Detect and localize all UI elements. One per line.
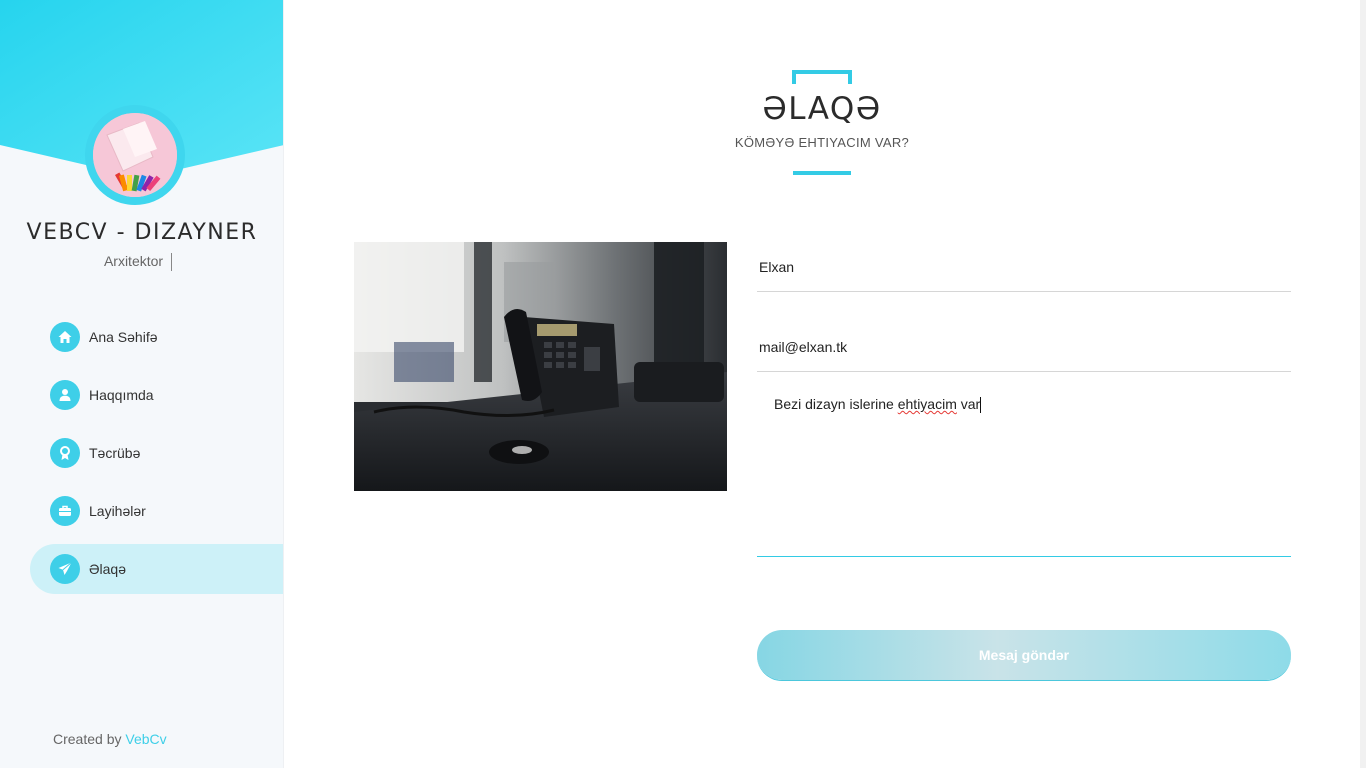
award-icon <box>50 438 80 468</box>
briefcase-icon <box>50 496 80 526</box>
email-field-value: mail@elxan.tk <box>759 338 848 355</box>
name-field[interactable]: Elxan <box>757 242 1291 292</box>
nav-item-tecrube[interactable]: Təcrübə <box>30 428 283 478</box>
brand-subtitle: Arxitektor <box>0 253 276 272</box>
nav-item-elaqe[interactable]: Əlaqə <box>30 544 283 594</box>
brand-title: VEBCV - DIZAYNER <box>26 220 258 245</box>
message-text-part1: Bezi dizayn islerine <box>774 396 898 412</box>
paper-plane-icon <box>50 554 80 584</box>
contact-form: Elxan mail@elxan.tk Bezi dizayn islerine… <box>757 242 1291 557</box>
nav-label: Əlaqə <box>89 561 127 577</box>
message-text-part2: var <box>956 396 981 412</box>
nav-label: Layihələr <box>89 503 146 519</box>
user-icon <box>50 380 80 410</box>
scrollbar[interactable] <box>1360 0 1366 768</box>
message-text-misspelled: ehtiyacim <box>897 396 957 412</box>
send-message-button[interactable]: Mesaj göndər <box>757 630 1291 680</box>
page-title: ƏLAQƏ <box>762 91 882 127</box>
contact-photo <box>354 242 727 491</box>
sidebar: VEBCV - DIZAYNER Arxitektor Ana Səhifə H… <box>0 0 284 768</box>
typing-caret <box>171 253 173 272</box>
heading-bar-bottom <box>793 171 851 175</box>
nav-label: Təcrübə <box>89 445 141 461</box>
footer-prefix: Created by <box>53 731 126 747</box>
nav-label: Haqqımda <box>89 387 154 403</box>
nav-label: Ana Səhifə <box>89 329 158 345</box>
nav-item-layiheler[interactable]: Layihələr <box>30 486 283 536</box>
sidebar-nav: Ana Səhifə Haqqımda Təcrübə Layihələr Əl… <box>30 312 283 602</box>
heading-bracket-top <box>792 70 852 84</box>
home-icon <box>50 322 80 352</box>
message-textarea[interactable]: Bezi dizayn islerine ehtiyacim var <box>757 372 1291 557</box>
nav-item-haqqimda[interactable]: Haqqımda <box>30 370 283 420</box>
page-subtitle: KÖMƏYƏ EHTIYACIM VAR? <box>734 135 910 150</box>
footer-link[interactable]: VebCv <box>125 731 166 747</box>
section-heading: ƏLAQƏ KÖMƏYƏ EHTIYACIM VAR? <box>725 70 919 175</box>
nav-item-ana-sehife[interactable]: Ana Səhifə <box>30 312 283 362</box>
text-cursor <box>980 397 982 414</box>
main-content: ƏLAQƏ KÖMƏYƏ EHTIYACIM VAR? Elxan mail@e… <box>285 0 1366 768</box>
name-field-value: Elxan <box>759 258 795 275</box>
footer-credit: Created by VebCv <box>53 731 167 747</box>
brand-subtitle-text: Arxitektor <box>103 253 164 269</box>
avatar <box>85 105 185 205</box>
email-field[interactable]: mail@elxan.tk <box>757 322 1291 372</box>
